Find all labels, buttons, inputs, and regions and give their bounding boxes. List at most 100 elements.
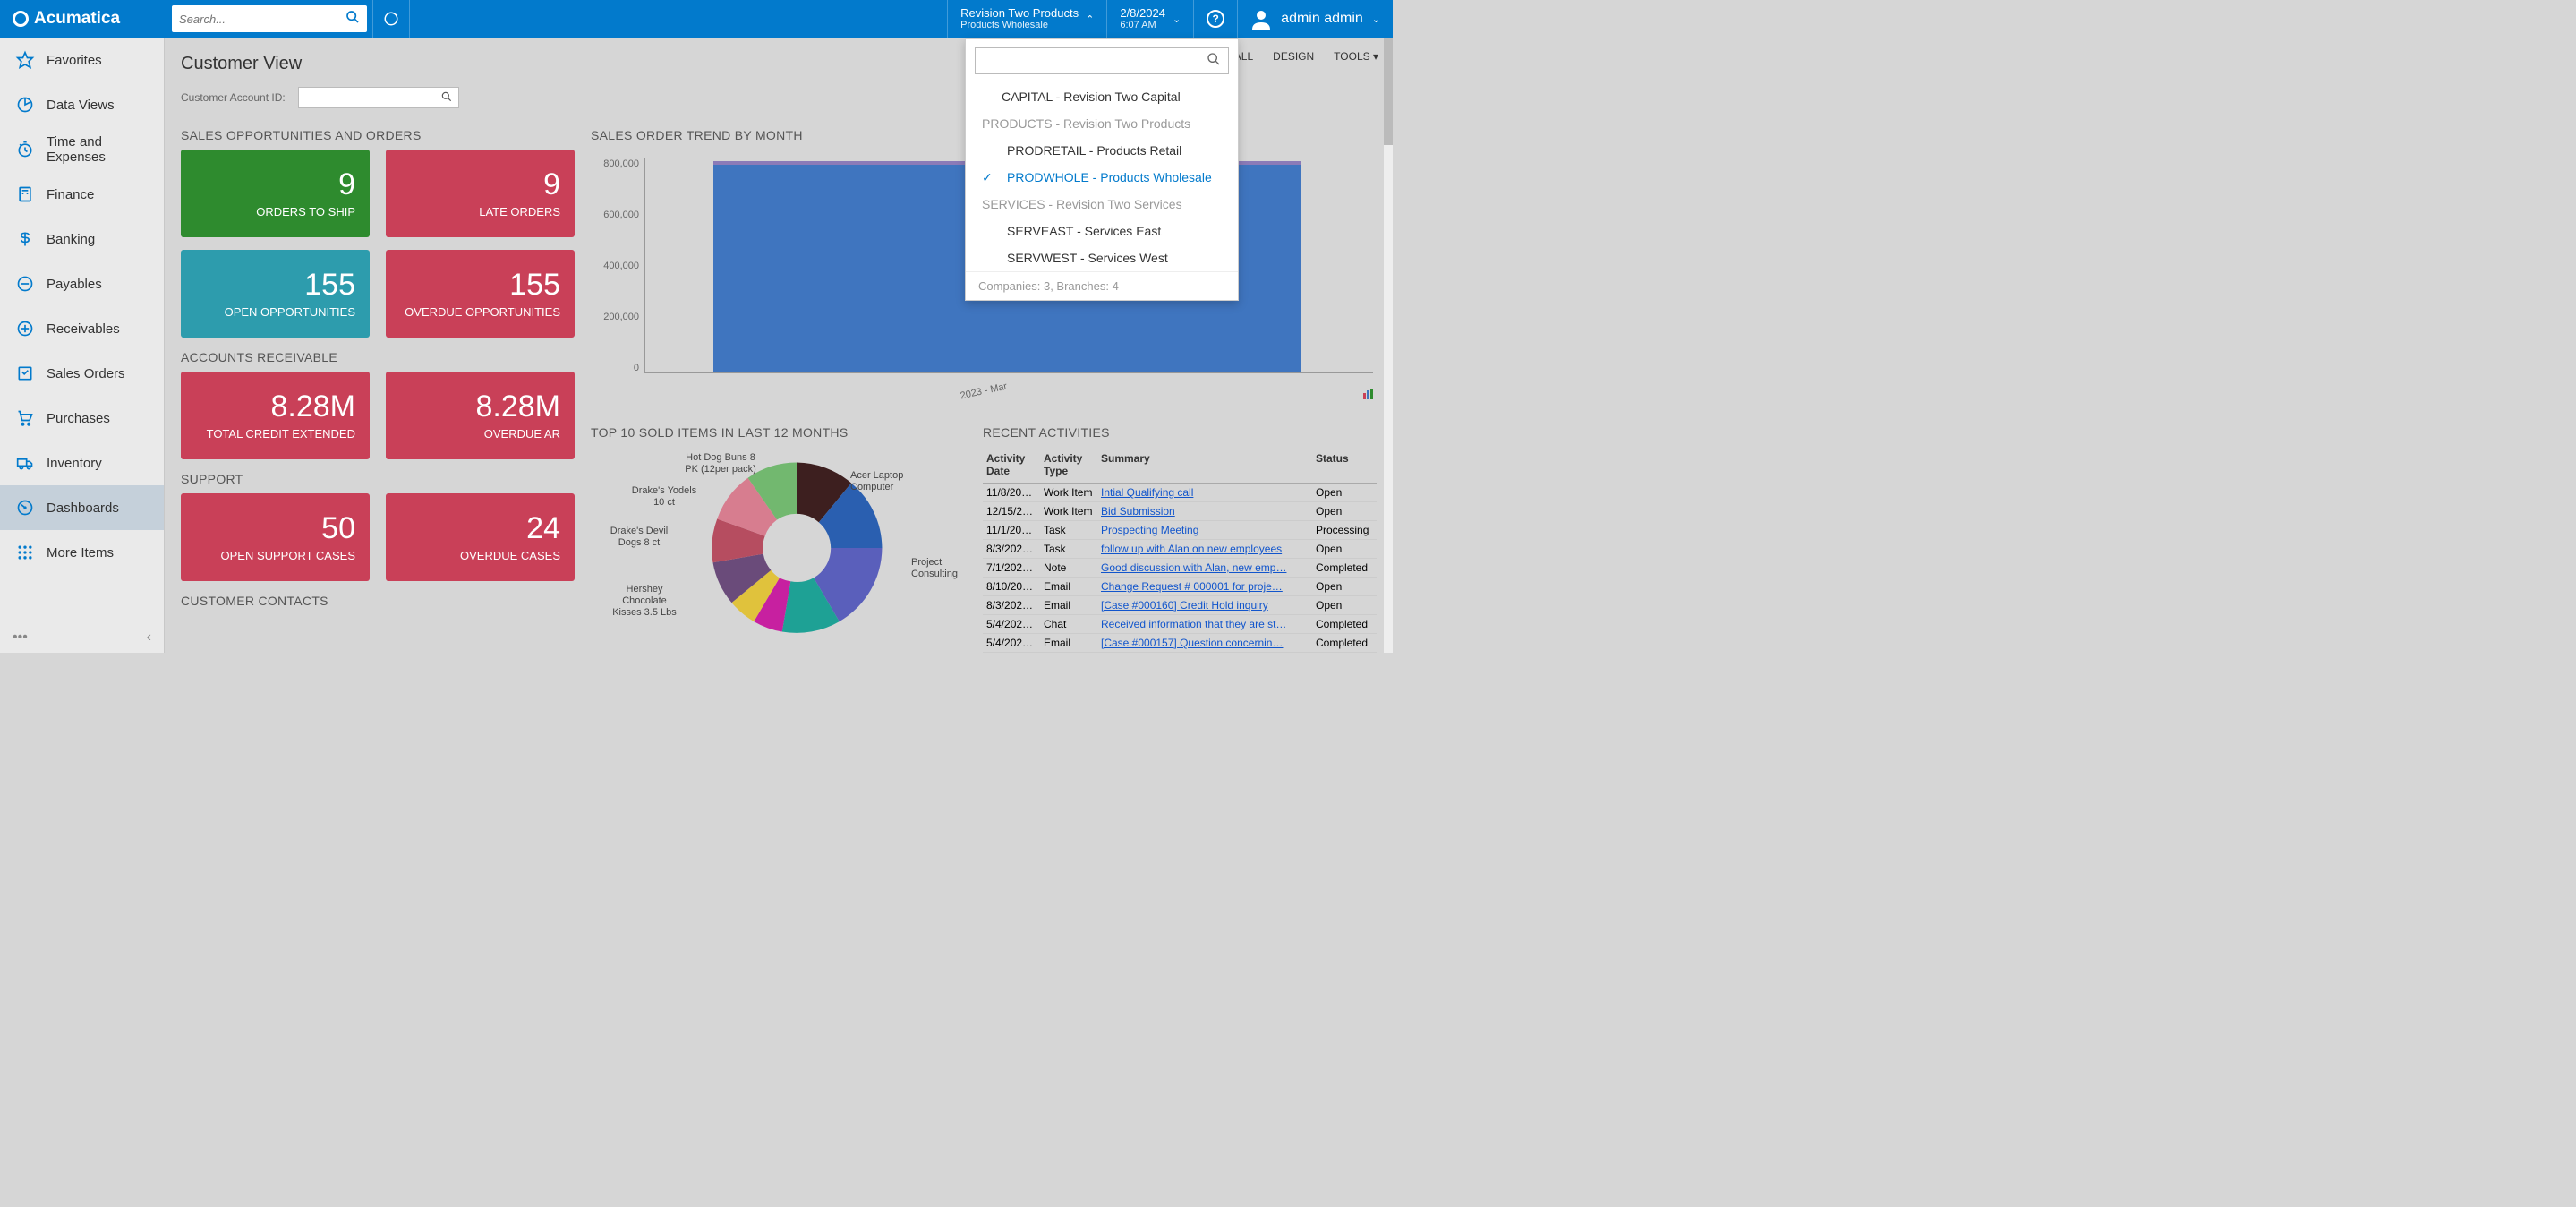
col-date[interactable]: Activity Date	[983, 447, 1040, 484]
section-title: CUSTOMER CONTACTS	[181, 594, 575, 608]
activity-link[interactable]: Received information that they are st…	[1101, 618, 1286, 630]
sidebar-item-finance[interactable]: Finance	[0, 172, 164, 217]
sidebar-item-label: Banking	[47, 232, 95, 247]
sidebar-item-banking[interactable]: Banking	[0, 217, 164, 261]
user-name: admin admin	[1281, 11, 1363, 27]
tile-late-orders[interactable]: 9LATE ORDERS	[386, 150, 575, 237]
sidebar-item-time-and-expenses[interactable]: Time and Expenses	[0, 127, 164, 172]
sidebar-item-sales-orders[interactable]: Sales Orders	[0, 351, 164, 396]
design-button[interactable]: DESIGN	[1273, 50, 1314, 63]
table-row[interactable]: 5/4/2020…EmailCase assigned to Regina Wi…	[983, 653, 1377, 654]
sidebar-item-dashboards[interactable]: Dashboards	[0, 485, 164, 530]
section-title: TOP 10 SOLD ITEMS IN LAST 12 MONTHS	[591, 425, 967, 440]
recent-activities-widget: RECENT ACTIVITIES Activity Date Activity…	[983, 418, 1377, 653]
grid-icon	[16, 544, 34, 561]
dropdown-item[interactable]: SERVWEST - Services West	[966, 244, 1238, 271]
refresh-button[interactable]	[375, 0, 407, 38]
dropdown-item[interactable]: PRODRETAIL - Products Retail	[966, 137, 1238, 164]
sidebar-footer: ••• ‹	[0, 629, 164, 646]
collapse-icon[interactable]: ‹	[147, 629, 151, 646]
tools-button[interactable]: TOOLS ▾	[1334, 50, 1378, 63]
user-menu[interactable]: admin admin ⌄	[1237, 0, 1393, 38]
customer-id-selector[interactable]	[298, 87, 459, 108]
brand-logo[interactable]: Acumatica	[0, 9, 165, 29]
activity-link[interactable]: Bid Submission	[1101, 505, 1175, 518]
activity-link[interactable]: Good discussion with Alan, new emp…	[1101, 561, 1286, 574]
table-row[interactable]: 8/3/2022…Taskfollow up with Alan on new …	[983, 540, 1377, 559]
tile-orders-to-ship[interactable]: 9ORDERS TO SHIP	[181, 150, 370, 237]
table-row[interactable]: 8/10/202…EmailChange Request # 000001 fo…	[983, 578, 1377, 596]
search-wrap	[165, 5, 371, 32]
help-button[interactable]: ?	[1193, 0, 1237, 38]
tile-overdue-cases[interactable]: 24OVERDUE CASES	[386, 493, 575, 581]
more-icon[interactable]: •••	[13, 629, 28, 646]
col-status[interactable]: Status	[1312, 447, 1377, 484]
dropdown-item[interactable]: SERVEAST - Services East	[966, 218, 1238, 244]
sidebar-item-inventory[interactable]: Inventory	[0, 441, 164, 485]
activity-link[interactable]: Intial Qualifying call	[1101, 486, 1193, 499]
search-icon[interactable]	[1207, 52, 1221, 71]
global-search[interactable]	[172, 5, 367, 32]
activity-link[interactable]: Change Request # 000001 for proje…	[1101, 580, 1283, 593]
tile-overdue-opps[interactable]: 155OVERDUE OPPORTUNITIES	[386, 250, 575, 338]
sidebar-item-purchases[interactable]: Purchases	[0, 396, 164, 441]
activity-link[interactable]: follow up with Alan on new employees	[1101, 543, 1282, 555]
table-row[interactable]: 11/8/202…Work ItemIntial Qualifying call…	[983, 484, 1377, 502]
dropdown-search[interactable]	[975, 47, 1229, 74]
sidebar-item-more-items[interactable]: More Items	[0, 530, 164, 575]
table-row[interactable]: 12/15/20…Work ItemBid SubmissionOpen	[983, 502, 1377, 521]
dropdown-item[interactable]: CAPITAL - Revision Two Capital	[966, 83, 1238, 110]
table-row[interactable]: 5/4/2020…ChatReceived information that t…	[983, 615, 1377, 634]
table-row[interactable]: 7/1/2022…NoteGood discussion with Alan, …	[983, 559, 1377, 578]
business-date[interactable]: 2/8/2024 6:07 AM ⌄	[1106, 0, 1193, 38]
tenant-selector[interactable]: Revision Two Products Products Wholesale…	[947, 0, 1106, 38]
activity-link[interactable]: [Case #000157] Question concernin…	[1101, 637, 1283, 649]
dropdown-item[interactable]: PRODWHOLE - Products Wholesale	[966, 164, 1238, 191]
search-input[interactable]	[179, 13, 345, 26]
tile-open-opps[interactable]: 155OPEN OPPORTUNITIES	[181, 250, 370, 338]
section-title: RECENT ACTIVITIES	[983, 425, 1377, 440]
sidebar-item-label: Sales Orders	[47, 366, 125, 381]
tile-credit-extended[interactable]: 8.28MTOTAL CREDIT EXTENDED	[181, 372, 370, 459]
col-summary[interactable]: Summary	[1097, 447, 1312, 484]
dropdown-search-input[interactable]	[983, 55, 1207, 68]
sidebar: Favorites Data Views Time and Expenses Fina…	[0, 38, 165, 653]
pie-label: Hershey Chocolate Kisses 3.5 Lbs	[609, 584, 680, 620]
lookup-icon[interactable]	[440, 90, 453, 107]
calc-icon	[16, 185, 34, 203]
activity-link[interactable]: [Case #000160] Credit Hold inquiry	[1101, 599, 1268, 612]
top-bar: Acumatica Revision Two Products Products…	[0, 0, 1393, 38]
section-title: ACCOUNTS RECEIVABLE	[181, 350, 575, 364]
sidebar-item-data-views[interactable]: Data Views	[0, 82, 164, 127]
x-axis-label: 2023 - Mar	[960, 381, 1009, 402]
star-icon	[16, 51, 34, 69]
divider	[372, 0, 373, 38]
chart-settings-icon[interactable]	[1362, 388, 1375, 400]
sidebar-item-label: Finance	[47, 187, 94, 202]
table-row[interactable]: 8/3/2020…Email[Case #000160] Credit Hold…	[983, 596, 1377, 615]
sidebar-item-favorites[interactable]: Favorites	[0, 38, 164, 82]
scroll-thumb[interactable]	[1384, 38, 1393, 145]
activity-link[interactable]: Prospecting Meeting	[1101, 524, 1198, 536]
gauge-icon	[16, 499, 34, 517]
tile-open-cases[interactable]: 50OPEN SUPPORT CASES	[181, 493, 370, 581]
help-icon: ?	[1207, 10, 1224, 28]
y-axis: 800,000 600,000 400,000 200,000 0	[591, 158, 644, 373]
sidebar-item-receivables[interactable]: Receivables	[0, 306, 164, 351]
table-row[interactable]: 5/4/2020…Email[Case #000157] Question co…	[983, 634, 1377, 653]
dropdown-item[interactable]: PRODUCTS - Revision Two Products	[966, 110, 1238, 137]
sidebar-item-label: Data Views	[47, 98, 115, 113]
tenant-name: Revision Two Products	[960, 7, 1079, 20]
table-row[interactable]: 11/1/202…TaskProspecting MeetingProcessi…	[983, 521, 1377, 540]
sidebar-item-payables[interactable]: Payables	[0, 261, 164, 306]
scrollbar[interactable]	[1384, 38, 1393, 653]
plus-icon	[16, 320, 34, 338]
tile-overdue-ar[interactable]: 8.28MOVERDUE AR	[386, 372, 575, 459]
clock-icon	[16, 141, 34, 158]
search-icon[interactable]	[345, 10, 360, 29]
divider	[409, 0, 410, 38]
brand-text: Acumatica	[34, 9, 120, 29]
col-type[interactable]: Activity Type	[1040, 447, 1097, 484]
dropdown-item[interactable]: SERVICES - Revision Two Services	[966, 191, 1238, 218]
pie-chart-widget: TOP 10 SOLD ITEMS IN LAST 12 MONTHS	[591, 418, 967, 653]
